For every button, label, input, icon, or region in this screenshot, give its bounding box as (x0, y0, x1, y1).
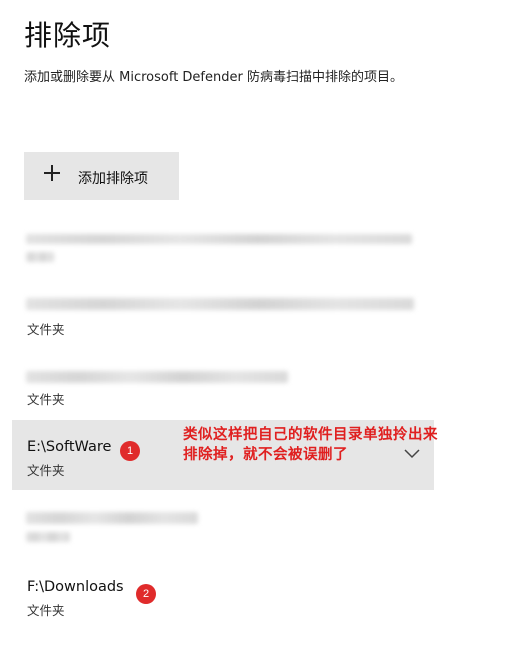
exclusion-item[interactable] (12, 222, 434, 270)
redacted-path (26, 512, 198, 524)
exclusion-item[interactable] (12, 502, 434, 550)
annotation-line-1: 类似这样把自己的软件目录单独拎出来 (183, 427, 438, 443)
exclusion-item[interactable]: 文件夹 (12, 292, 434, 340)
annotation-line-2: 排除掉，就不会被误删了 (183, 447, 348, 463)
redacted-path (26, 298, 414, 310)
redacted-type (26, 252, 54, 262)
redacted-path (26, 234, 412, 244)
exclusion-item[interactable]: F:\Downloads 文件夹 (12, 560, 434, 620)
exclusion-type: 文件夹 (27, 603, 65, 618)
add-exclusion-button[interactable]: 添加排除项 (24, 152, 179, 200)
exclusion-type: 文件夹 (27, 463, 65, 478)
redacted-type (26, 532, 70, 542)
annotation-note: 类似这样把自己的软件目录单独拎出来 排除掉，就不会被误删了 (183, 425, 438, 465)
annotation-badge-1: 1 (120, 441, 140, 461)
exclusion-item[interactable]: 文件夹 (12, 362, 434, 410)
plus-icon (44, 165, 60, 181)
page-title: 排除项 (24, 19, 112, 52)
redacted-path (26, 371, 288, 383)
exclusion-path: F:\Downloads (27, 579, 124, 595)
exclusion-type: 文件夹 (27, 392, 65, 407)
exclusion-path: E:\SoftWare (27, 439, 112, 455)
exclusion-type: 文件夹 (27, 322, 65, 337)
page-description: 添加或删除要从 Microsoft Defender 防病毒扫描中排除的项目。 (24, 70, 403, 85)
add-exclusion-label: 添加排除项 (78, 171, 148, 187)
annotation-badge-2: 2 (136, 584, 156, 604)
